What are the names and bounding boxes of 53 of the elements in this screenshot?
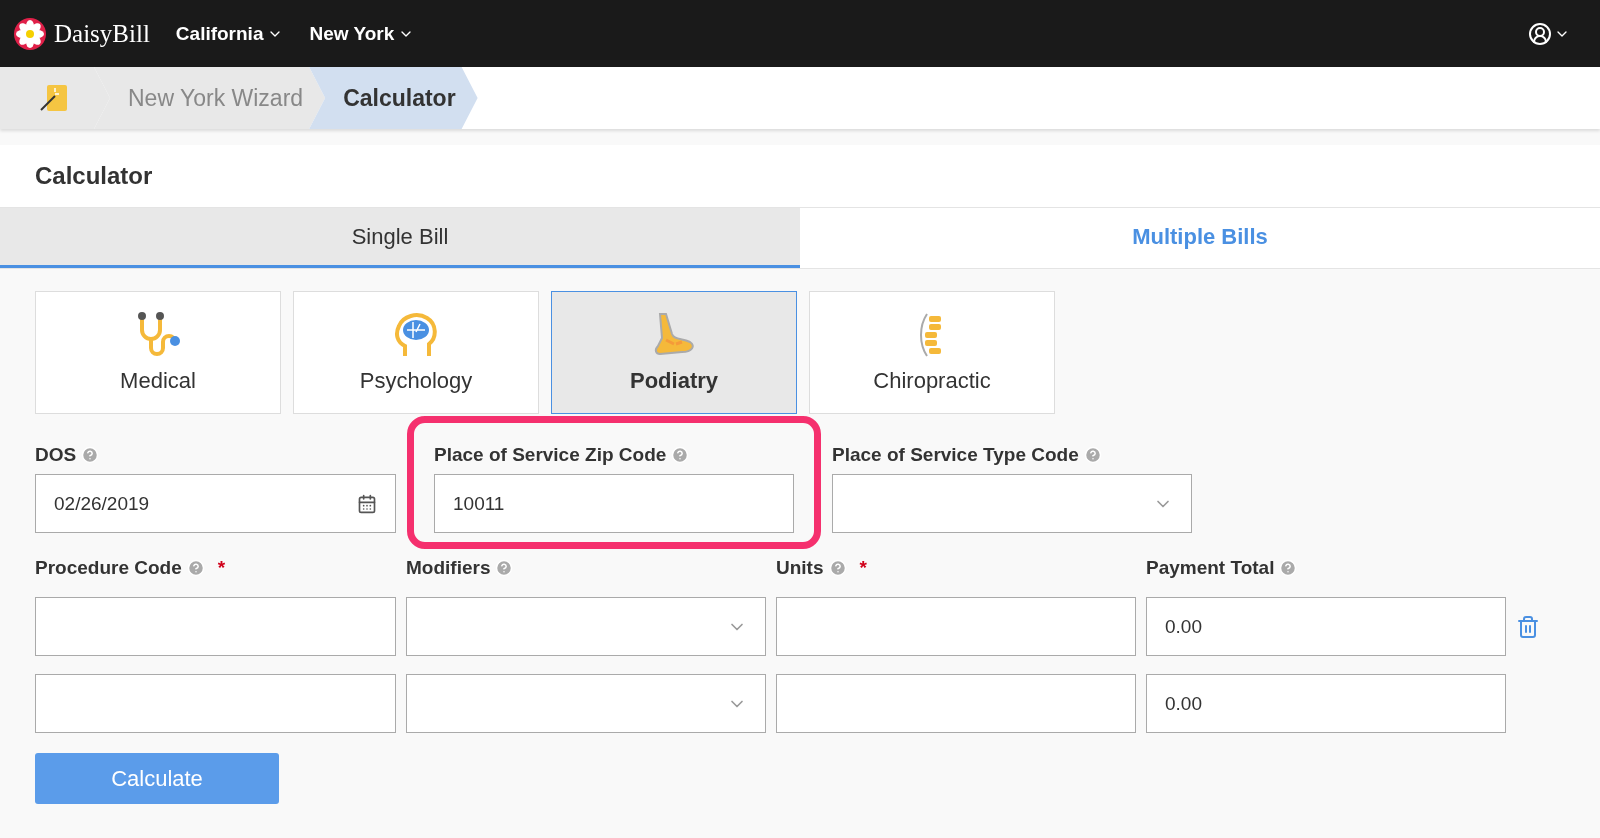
column-label: Modifiers: [406, 557, 491, 579]
required-mark: *: [217, 557, 226, 579]
field-label: Place of Service Zip Code: [434, 444, 667, 466]
field-value: 0.00: [1165, 615, 1202, 638]
help-icon[interactable]: [1083, 446, 1102, 464]
input-field[interactable]: 02/26/2019: [35, 474, 396, 533]
field-label: Place of Service Type Code: [832, 444, 1079, 466]
select-field[interactable]: [832, 474, 1192, 533]
required-mark: *: [859, 557, 867, 579]
user-icon: [1528, 21, 1552, 46]
field-label: DOS: [35, 444, 77, 466]
select-field[interactable]: [406, 674, 766, 733]
category-card[interactable]: Psychology: [293, 291, 539, 414]
field-value: 10011: [453, 492, 505, 515]
column-label: Units: [776, 557, 824, 579]
category-label: Medical: [120, 367, 196, 394]
category-label: Podiatry: [630, 367, 718, 394]
brand-logo[interactable]: DaisyBill: [14, 17, 150, 50]
wizard-home-crumb[interactable]: [0, 67, 110, 129]
input-field[interactable]: 0.00: [1146, 597, 1506, 656]
trash-icon[interactable]: [1516, 614, 1540, 639]
category-card[interactable]: Medical: [35, 291, 281, 414]
calendar-icon[interactable]: [357, 493, 377, 514]
tab[interactable]: Single Bill: [0, 208, 800, 268]
input-field[interactable]: [776, 674, 1136, 733]
input-field[interactable]: 10011: [434, 474, 794, 533]
stethoscope-icon: [136, 311, 180, 358]
input-field[interactable]: [35, 597, 396, 656]
input-field[interactable]: [776, 597, 1136, 656]
brain-icon: [393, 311, 439, 358]
field-value: 0.00: [1165, 692, 1202, 715]
foot-icon: [652, 311, 696, 358]
brand-name: DaisyBill: [54, 19, 150, 48]
select-field[interactable]: [406, 597, 766, 656]
help-icon[interactable]: [828, 559, 847, 577]
column-label: Payment Total: [1146, 557, 1275, 579]
category-card[interactable]: Podiatry: [551, 291, 797, 414]
category-label: Psychology: [359, 367, 473, 394]
help-icon[interactable]: [81, 446, 100, 464]
breadcrumb-item[interactable]: Calculator: [309, 67, 478, 129]
help-icon[interactable]: [186, 559, 205, 577]
column-label: Procedure Code: [35, 557, 182, 579]
category-card[interactable]: Chiropractic: [809, 291, 1055, 414]
category-label: Chiropractic: [873, 367, 991, 394]
help-icon[interactable]: [1279, 559, 1298, 577]
flower-icon: [14, 17, 46, 50]
help-icon[interactable]: [495, 559, 514, 577]
nav-menu[interactable]: New York: [309, 22, 415, 45]
nav-menu[interactable]: California: [175, 22, 284, 45]
help-icon[interactable]: [671, 446, 690, 464]
field-value: 02/26/2019: [54, 492, 150, 515]
input-field[interactable]: [35, 674, 396, 733]
input-field[interactable]: 0.00: [1146, 674, 1506, 733]
